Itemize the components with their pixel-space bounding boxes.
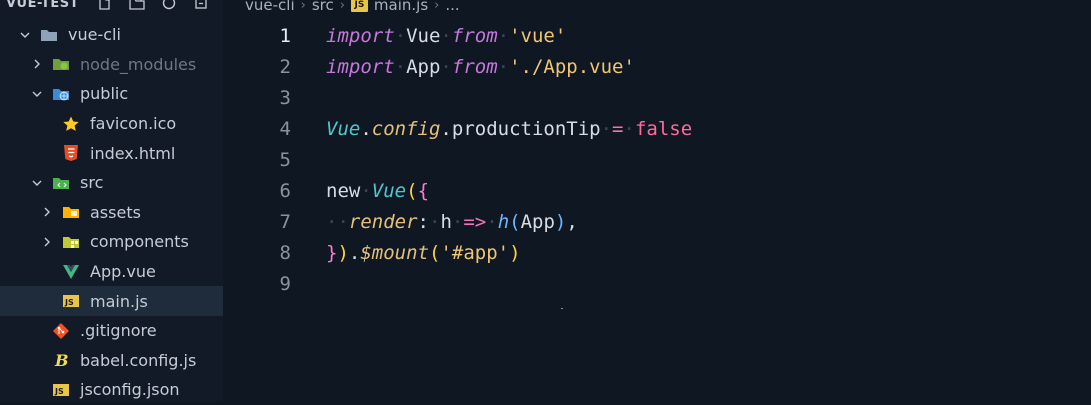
- line-number: 9: [279, 272, 291, 295]
- explorer-header: VUE-TEST: [0, 0, 223, 14]
- chevron-down-icon: [30, 176, 44, 190]
- tree-item-label: node_modules: [80, 54, 197, 74]
- code-text: ··render:·h·=>·h(App),: [326, 210, 578, 233]
- tree-item-label: App.vue: [90, 262, 156, 282]
- src-folder-icon: [52, 174, 70, 192]
- tree-item-label: components: [90, 232, 189, 252]
- vscode-window: VUE-TEST vue-cli node_modules public fav…: [0, 0, 1091, 402]
- line-number: 7: [279, 210, 291, 233]
- breadcrumb-item[interactable]: vue-cli: [245, 0, 295, 14]
- tree-item-favicon[interactable]: favicon.ico: [0, 109, 223, 139]
- tree-item-label: assets: [90, 202, 141, 222]
- breadcrumb-item[interactable]: ...: [445, 0, 459, 14]
- code-line: 4 Vue.config.productionTip·=·false: [223, 113, 1091, 144]
- code-line: 1 import·Vue·from·'vue': [223, 20, 1091, 51]
- babel-icon: B: [52, 351, 70, 369]
- star-icon: [62, 115, 80, 133]
- code-line: 9: [223, 268, 1091, 299]
- tree-item-jsconfig[interactable]: JS jsconfig.json: [0, 375, 223, 405]
- tree-item-label: favicon.ico: [90, 114, 177, 134]
- tree-item-main-js[interactable]: JS main.js: [0, 286, 223, 316]
- line-number: 1: [279, 24, 291, 47]
- code-text: import·Vue·from·'vue': [326, 24, 567, 47]
- code-line: 6 new·Vue({: [223, 175, 1091, 206]
- tree-item-components[interactable]: components: [0, 227, 223, 257]
- tree-item-label: babel.config.js: [80, 350, 197, 370]
- chevron-right-icon: ›: [339, 0, 345, 13]
- code-text: Vue.config.productionTip·=·false: [326, 117, 693, 140]
- chevron-right-icon: ›: [300, 0, 306, 13]
- chevron-right-icon: [30, 57, 44, 71]
- tree-item-node-modules[interactable]: node_modules: [0, 50, 223, 80]
- line-number: 5: [279, 148, 291, 171]
- tree-item-label: src: [80, 173, 104, 193]
- chevron-right-icon: ›: [434, 0, 440, 13]
- tree-item-label: public: [80, 84, 129, 104]
- line-number: 3: [279, 86, 291, 109]
- tree-item-label: main.js: [90, 291, 148, 311]
- code-line: 2 import·App·from·'./App.vue': [223, 51, 1091, 82]
- tree-item-public[interactable]: public: [0, 79, 223, 109]
- js-icon: JS: [350, 0, 368, 12]
- tree-item-app-vue[interactable]: App.vue: [0, 257, 223, 287]
- line-number: 8: [279, 241, 291, 264]
- html5-icon: [62, 144, 80, 162]
- collapse-icon[interactable]: [192, 0, 210, 12]
- tree-item-label: jsconfig.json: [80, 380, 180, 400]
- explorer-title: VUE-TEST: [6, 0, 79, 11]
- line-number: 4: [279, 117, 291, 140]
- components-folder-icon: [62, 233, 80, 251]
- breadcrumb-item[interactable]: src: [312, 0, 334, 14]
- tree-item-vue-cli[interactable]: vue-cli: [0, 20, 223, 50]
- vue-icon: [62, 263, 80, 281]
- refresh-icon[interactable]: [160, 0, 178, 12]
- public-folder-icon: [52, 85, 70, 103]
- explorer-actions: [96, 0, 210, 12]
- node-modules-folder-icon: [52, 55, 70, 73]
- breadcrumb-item[interactable]: main.js: [374, 0, 428, 14]
- tree-item-label: .gitignore: [80, 321, 157, 341]
- code-text: import·App·from·'./App.vue': [326, 55, 635, 78]
- chevron-right-icon: [40, 235, 54, 249]
- code-text: }).$mount('#app'): [326, 241, 521, 264]
- explorer-sidebar: VUE-TEST vue-cli node_modules public fav…: [0, 0, 223, 402]
- line-number: 6: [279, 179, 291, 202]
- code-line: 3: [223, 82, 1091, 113]
- tree-item-gitignore[interactable]: .gitignore: [0, 316, 223, 346]
- code-editor[interactable]: vue-cli › src › JS main.js › ... 1 impor…: [223, 0, 1091, 402]
- file-tree: vue-cli node_modules public favicon.ico: [0, 20, 223, 405]
- svg-text:B: B: [54, 351, 69, 369]
- tree-item-babel-config[interactable]: B babel.config.js: [0, 346, 223, 376]
- chevron-down-icon: [18, 28, 32, 42]
- code-text: new·Vue({: [326, 179, 430, 202]
- cursor-mark: [561, 308, 563, 309]
- code-line: 7 ··render:·h·=>·h(App),: [223, 206, 1091, 237]
- tree-item-assets[interactable]: assets: [0, 198, 223, 228]
- chevron-right-icon: [40, 205, 54, 219]
- new-folder-icon[interactable]: [128, 0, 146, 12]
- line-number: 2: [279, 55, 291, 78]
- js-icon: JS: [62, 292, 80, 310]
- tree-item-label: index.html: [90, 143, 176, 163]
- tree-item-src[interactable]: src: [0, 168, 223, 198]
- svg-text:JS: JS: [54, 387, 64, 396]
- chevron-down-icon: [30, 87, 44, 101]
- assets-folder-icon: [62, 203, 80, 221]
- code-line: 5: [223, 144, 1091, 175]
- tree-item-index-html[interactable]: index.html: [0, 138, 223, 168]
- js-icon: JS: [52, 381, 70, 399]
- git-icon: [52, 322, 70, 340]
- code-line: 8 }).$mount('#app'): [223, 237, 1091, 268]
- code-lines: 1 import·Vue·from·'vue' 2 import·App·fro…: [223, 20, 1091, 299]
- new-file-icon[interactable]: [96, 0, 114, 12]
- svg-text:JS: JS: [64, 298, 74, 307]
- folder-icon: [40, 26, 58, 44]
- breadcrumb: vue-cli › src › JS main.js › ...: [245, 0, 460, 14]
- tree-item-label: vue-cli: [68, 25, 121, 45]
